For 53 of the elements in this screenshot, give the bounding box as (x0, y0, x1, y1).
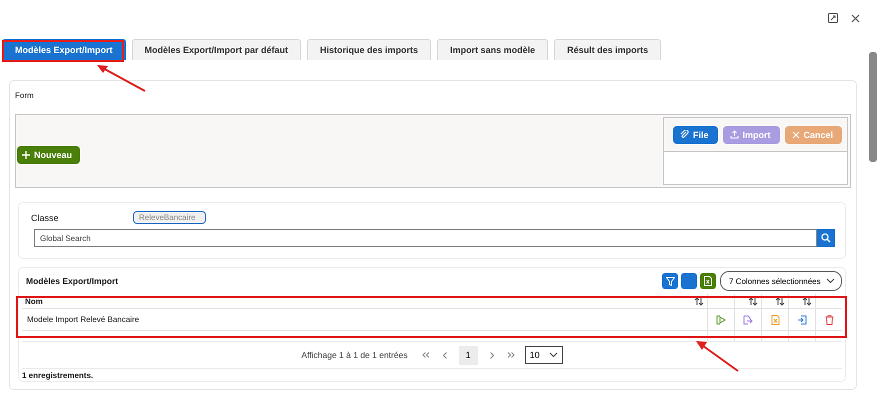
trash-icon[interactable] (824, 315, 834, 326)
toolbar-button[interactable] (681, 273, 697, 290)
arrow-drawing (694, 339, 740, 373)
file-arrow-icon[interactable] (743, 315, 753, 326)
chevron-down-icon (548, 352, 558, 358)
tab[interactable]: Résult des imports (554, 39, 662, 60)
double-chevron-right-icon (506, 352, 515, 358)
filter-icon (666, 276, 674, 286)
first-page-button[interactable] (420, 352, 431, 358)
search-button[interactable] (817, 229, 835, 247)
upload-icon (730, 130, 739, 139)
tab[interactable]: Import sans modèle (437, 39, 548, 60)
pagination-info: Affichage 1 à 1 de 1 entrées (301, 350, 408, 360)
form-label: Form (15, 91, 35, 102)
table-cell: Modele Import Relevé Bancaire (22, 308, 708, 331)
filter-button[interactable] (662, 273, 678, 290)
table-title: Modèles Export/Import (26, 276, 118, 286)
double-chevron-left-icon (422, 352, 430, 358)
column-header[interactable] (708, 294, 734, 309)
new-button[interactable]: Nouveau (17, 146, 80, 164)
column-header[interactable] (762, 294, 788, 309)
paperclip-icon (680, 130, 689, 139)
class-label: Classe (31, 212, 60, 222)
close-icon[interactable] (851, 14, 860, 22)
chevron-down-icon (826, 278, 835, 284)
last-page-button[interactable] (506, 352, 516, 358)
close-icon (792, 130, 800, 138)
tab[interactable]: Historique des imports (307, 39, 432, 60)
sort-icon[interactable] (694, 296, 704, 306)
spreadsheet-icon (704, 276, 712, 286)
column-header[interactable] (816, 294, 842, 309)
column-header[interactable] (788, 294, 816, 309)
column-header[interactable]: Nom (22, 294, 708, 309)
column-header[interactable] (734, 294, 762, 309)
record-count: 1 enregistrements. (22, 370, 94, 380)
sort-icon[interactable] (802, 296, 812, 306)
page-button[interactable]: 1 (458, 346, 478, 365)
page-size-dropdown[interactable]: 10 (524, 346, 563, 364)
play-file-icon[interactable] (716, 315, 726, 326)
upload-button[interactable]: File (673, 126, 718, 144)
arrow-drawing (95, 63, 147, 93)
sort-icon[interactable] (748, 296, 758, 306)
plus-icon (22, 151, 30, 159)
columns-dropdown[interactable]: 7 Colonnes sélectionnées (720, 271, 842, 292)
search-field[interactable]: Global Search (34, 229, 817, 247)
excel-button[interactable] (700, 273, 716, 290)
chevron-right-icon (490, 352, 494, 359)
sort-icon[interactable] (775, 296, 785, 306)
tab[interactable]: Modèles Export/Import par défaut (132, 39, 302, 60)
chevron-left-icon (442, 352, 447, 359)
search-icon (821, 233, 831, 243)
maximize-icon[interactable] (828, 13, 838, 23)
sign-in-icon[interactable] (797, 315, 807, 326)
